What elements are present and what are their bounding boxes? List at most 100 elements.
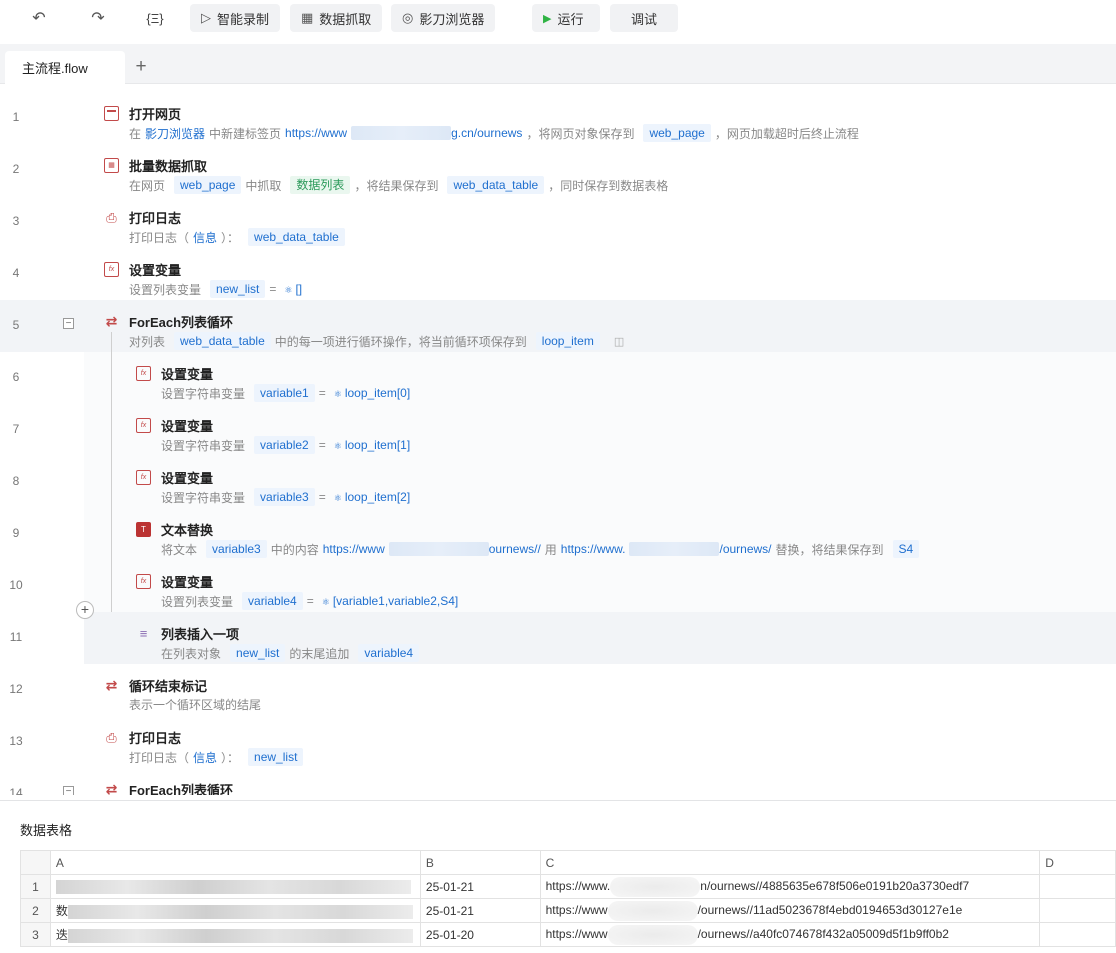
step-description: 对列表 web_data_table 中的每一项进行循环操作，将当前循环项保存到… (129, 332, 628, 350)
desc-text: = (318, 438, 326, 452)
desc-text: 替换，将结果保存到 (775, 542, 884, 557)
step-row[interactable]: 6 fx 设置变量 设置字符串变量 variable1 = ⚛ loop_item… (0, 352, 1116, 404)
step-row[interactable]: 14 − ⇄ ForEach列表循环 (0, 768, 1116, 795)
cell-b[interactable]: 25-01-21 (419, 874, 541, 899)
cell-d[interactable] (1039, 898, 1116, 923)
log-level-link[interactable]: 信息 (193, 229, 217, 246)
set-variable-icon: fx (136, 470, 151, 485)
step-row[interactable]: 7 fx 设置变量 设置字符串变量 variable2 = ⚛ loop_item… (0, 404, 1116, 456)
desc-text: 的末尾追加 (289, 646, 350, 661)
cell-d[interactable] (1039, 874, 1116, 899)
open-icon[interactable]: ◫ (614, 335, 624, 348)
cell-a[interactable]: 迭 (49, 922, 421, 947)
cell-c[interactable]: https://www. n/ournews//4885635e678f506e0… (539, 874, 1041, 899)
variable-tag[interactable]: variable3 (206, 540, 267, 558)
desc-link[interactable]: 影刀浏览器 (145, 125, 205, 142)
variable-tag[interactable]: S4 (892, 540, 920, 558)
cell-a[interactable]: 数 (49, 898, 421, 923)
variable-tag[interactable]: variable4 (242, 592, 303, 610)
tab-main-flow[interactable]: 主流程.flow (5, 51, 125, 84)
cell-c[interactable]: https://www/ournews//11ad5023678f4ebd019… (539, 898, 1041, 923)
run-button[interactable]: ▶ 运行 (532, 4, 600, 32)
variable-tag[interactable]: loop_item (535, 332, 600, 350)
variable-tag[interactable]: variable2 (254, 436, 315, 454)
step-row[interactable]: 12 ⇄ 循环结束标记 表示一个循环区域的结尾 (0, 664, 1116, 716)
line-number: 2 (12, 162, 20, 176)
variable-tag[interactable]: new_list (248, 748, 304, 766)
row-number: 3 (20, 922, 51, 947)
step-row[interactable]: 2 ▦ 批量数据抓取 在网页 web_page 中抓取 数据列表 ，将结果保存到… (0, 144, 1116, 196)
variable-tag[interactable]: web_page (643, 124, 711, 142)
line-number: 4 (12, 266, 20, 280)
column-header[interactable]: C (539, 850, 1041, 875)
variable-tag[interactable]: new_list (230, 644, 286, 662)
expression: ⚛[] (284, 282, 302, 296)
step-title: ForEach列表循环 (129, 315, 234, 330)
smart-record-button[interactable]: ▷ 智能录制 (190, 4, 281, 32)
add-tab-icon[interactable]: + (130, 56, 152, 78)
variable-tag[interactable]: variable3 (254, 488, 315, 506)
column-header[interactable]: D (1039, 850, 1116, 875)
desc-text: 将文本 (161, 542, 198, 557)
variable-tag[interactable]: variable1 (254, 384, 315, 402)
desc-text: 设置列表变量 (129, 282, 202, 297)
desc-text: ）： (221, 750, 240, 765)
variable-tag[interactable]: web_data_table (248, 228, 345, 246)
step-row[interactable]: 8 fx 设置变量 设置字符串变量 variable3 = ⚛ loop_item… (0, 456, 1116, 508)
data-scrape-button[interactable]: ▦ 数据抓取 (290, 4, 383, 32)
redo-icon[interactable]: ↷ (81, 4, 115, 32)
step-row[interactable]: 9 T 文本替换 将文本 variable3 中的内容 https://www … (0, 508, 1116, 560)
add-step-icon[interactable]: + (76, 601, 94, 619)
data-grid[interactable]: A B C D 1 25-01-21 https://www. n/ournews… (20, 850, 1116, 947)
variable-tag[interactable]: new_list (210, 280, 266, 298)
row-number: 1 (20, 874, 51, 899)
step-row-selected[interactable]: ≡ 列表插入一项 在列表对象 new_list 的末尾追加 variable4 (84, 612, 1116, 664)
step-title: 设置变量 (161, 471, 214, 486)
variable-tag[interactable]: variable4 (358, 644, 420, 662)
cell-c[interactable]: https://www/ournews//a40fc074678f432a050… (539, 922, 1041, 947)
browser-button[interactable]: ◎ 影刀浏览器 (391, 4, 496, 32)
redacted-blur (351, 126, 452, 140)
step-description: 在 影刀浏览器 中新建标签页 https://www g.cn/ournews … (129, 124, 863, 142)
column-header[interactable]: A (49, 850, 421, 875)
table-icon: ▦ (301, 10, 314, 25)
expression-value: loop_item[1] (344, 438, 411, 452)
cell-text: https://www (545, 926, 608, 941)
collapse-toggle[interactable]: − (63, 786, 74, 795)
desc-text: ，将结果保存到 (354, 178, 439, 193)
step-row[interactable]: 1 打开网页 在 影刀浏览器 中新建标签页 https://www g.cn/o… (0, 92, 1116, 144)
step-row[interactable]: 5 − ⇄ ForEach列表循环 对列表 web_data_table 中的每… (0, 300, 1116, 352)
cell-b[interactable]: 25-01-21 (419, 898, 541, 923)
browser-label: 影刀浏览器 (419, 11, 485, 27)
table-row[interactable]: 1 25-01-21 https://www. n/ournews//488563… (20, 874, 1116, 899)
cell-a[interactable] (49, 874, 421, 899)
table-row[interactable]: 2 数 25-01-21 https://www/ournews//11ad50… (20, 898, 1116, 923)
browser-icon: ◎ (402, 10, 414, 25)
cell-text: n/ournews//4885635e678f506e0191b20a3730e… (700, 878, 970, 893)
step-description: 设置字符串变量 variable1 = ⚛ loop_item[0] (161, 384, 414, 402)
step-title: 打印日志 (129, 731, 182, 746)
step-row[interactable]: 13 ⎙ 打印日志 打印日志（ 信息 ）： new_list (0, 716, 1116, 768)
data-list-tag[interactable]: 数据列表 (290, 176, 351, 194)
variable-tag[interactable]: web_data_table (174, 332, 271, 350)
table-row[interactable]: 3 迭 25-01-20 https://www/ournews//a40fc0… (20, 922, 1116, 947)
run-label: 运行 (557, 11, 584, 27)
step-row[interactable]: 3 ⎙ 打印日志 打印日志（ 信息 ）： web_data_table (0, 196, 1116, 248)
toolbar: ↶ ↷ {Ξ} ▷ 智能录制 ▦ 数据抓取 ◎ 影刀浏览器 ▶ 运行 调试 (0, 0, 1116, 38)
variable-tag[interactable]: web_data_table (447, 176, 545, 194)
step-row[interactable]: 10 fx 设置变量 设置列表变量 variable4 = ⚛ [variable… (0, 560, 1116, 612)
step-description: 在网页 web_page 中抓取 数据列表 ，将结果保存到 web_data_t… (129, 176, 672, 194)
log-level-link[interactable]: 信息 (193, 749, 217, 766)
redacted-blur (610, 876, 701, 897)
python-icon: ⚛ (284, 285, 293, 295)
collapse-toggle[interactable]: − (63, 318, 74, 329)
undo-icon[interactable]: ↶ (22, 4, 56, 32)
variable-tag[interactable]: web_page (174, 176, 242, 194)
step-row[interactable]: 4 fx 设置变量 设置列表变量 new_list = ⚛[] (0, 248, 1116, 300)
cell-d[interactable] (1039, 922, 1116, 947)
variables-button[interactable]: {Ξ} (138, 4, 172, 32)
column-header[interactable]: B (419, 850, 541, 875)
cell-b[interactable]: 25-01-20 (419, 922, 541, 947)
grid-corner[interactable] (20, 850, 51, 875)
debug-button[interactable]: 调试 (610, 4, 678, 32)
